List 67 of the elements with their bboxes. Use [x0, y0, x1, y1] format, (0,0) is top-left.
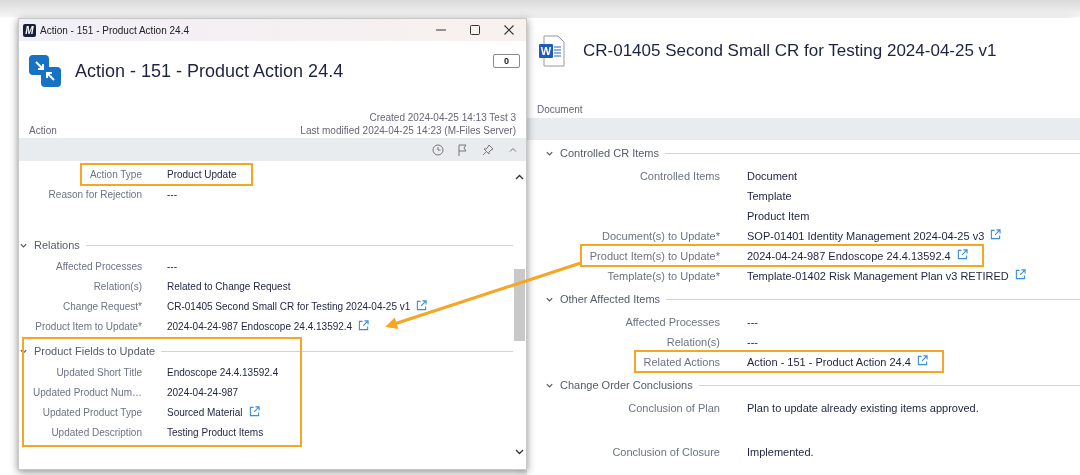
property-label: Affected Processes: [625, 315, 720, 330]
property-value: ---: [747, 335, 758, 350]
property-label: Updated Short Title: [56, 366, 142, 380]
pin-icon[interactable]: [482, 143, 494, 156]
open-link-icon[interactable]: [416, 299, 428, 311]
property-value: Product Item: [747, 209, 810, 224]
property-label: Related Actions: [643, 355, 720, 370]
property-value: ---: [167, 188, 177, 202]
property-value: Implemented.: [747, 445, 814, 460]
open-link-icon[interactable]: [358, 319, 370, 331]
property-value: Product Update: [167, 168, 237, 182]
object-class: Document: [536, 104, 584, 115]
property-label: Template(s) to Update*: [607, 269, 720, 284]
property-value[interactable]: 2024-04-24-987 Endoscope 24.4.13592.4: [167, 317, 353, 337]
property-value: Document: [747, 169, 798, 184]
close-icon[interactable]: [504, 25, 514, 35]
section-header[interactable]: Controlled CR Items: [560, 147, 660, 159]
property-label: Change Request*: [63, 300, 142, 314]
action-arrows-icon: [29, 55, 61, 87]
property-label: Updated Product Type: [42, 406, 142, 420]
property-label: Relation(s): [93, 280, 142, 294]
property-label: Product Item(s) to Update*: [589, 249, 720, 264]
property-label: Relation(s): [666, 335, 720, 350]
property-value: Endoscope 24.4.13592.4: [167, 366, 279, 380]
property-label: Conclusion of Plan: [628, 401, 720, 416]
object-title: Action - 151 - Product Action 24.4: [75, 60, 344, 82]
property-label: Updated Description: [51, 426, 142, 440]
property-value[interactable]: Action - 151 - Product Action 24.4: [747, 352, 911, 372]
property-label: Reason for Rejection: [48, 188, 142, 202]
property-value[interactable]: Template-01402 Risk Management Plan v3 RETIRED: [747, 266, 1009, 286]
property-value: Template: [747, 189, 792, 204]
section-header[interactable]: Relations: [34, 239, 80, 251]
window-title: Action - 151 - Product Action 24.4: [40, 24, 190, 36]
section-header[interactable]: Other Affected Items: [560, 293, 661, 305]
section-header[interactable]: Change Order Conclusions: [560, 379, 693, 391]
open-link-icon[interactable]: [1014, 268, 1026, 280]
modified-info: Last modified 2024-04-25 14:23 (M-Files Server): [300, 125, 516, 136]
object-class: Action: [29, 125, 57, 136]
document-title: CR-01405 Second Small CR for Testing 2024-04-25 v1: [583, 41, 997, 61]
property-value: Testing Product Items: [167, 426, 264, 440]
property-value[interactable]: Sourced Material: [167, 403, 243, 423]
section-header[interactable]: Product Fields to Update: [34, 345, 156, 357]
property-label: Conclusion of Closure: [612, 445, 720, 460]
comment-count[interactable]: 0: [493, 54, 520, 68]
property-value: ---: [747, 315, 758, 330]
property-value[interactable]: CR-01405 Second Small CR for Testing 2024-04-25 v1: [167, 297, 411, 317]
maximize-icon[interactable]: [470, 25, 480, 35]
property-label: Product Item to Update*: [35, 320, 142, 334]
open-link-icon[interactable]: [990, 228, 1002, 240]
open-link-icon[interactable]: [248, 405, 260, 417]
property-label: Updated Product Num…: [33, 386, 142, 400]
property-label: Controlled Items: [639, 169, 720, 184]
property-value[interactable]: 2024-04-24-987 Endoscope 24.4.13592.4: [747, 246, 951, 266]
open-link-icon[interactable]: [916, 354, 928, 366]
created-info: Created 2024-04-25 14:13 Test 3: [369, 112, 516, 123]
property-label: Action Type: [89, 168, 142, 182]
flag-icon[interactable]: [458, 143, 468, 156]
property-label: Document(s) to Update*: [602, 229, 720, 244]
app-logo: M: [23, 23, 36, 37]
property-value: Plan to update already existing items approved.: [747, 401, 979, 416]
property-value: 2024-04-24-987: [167, 386, 239, 400]
property-value: ---: [167, 260, 177, 274]
open-link-icon[interactable]: [956, 248, 968, 260]
property-value: Related to Change Request: [167, 280, 291, 294]
clock-icon[interactable]: [432, 143, 444, 156]
property-value[interactable]: SOP-01401 Identity Management 2024-04-25 v3: [747, 226, 985, 246]
property-label: Affected Processes: [56, 260, 142, 274]
